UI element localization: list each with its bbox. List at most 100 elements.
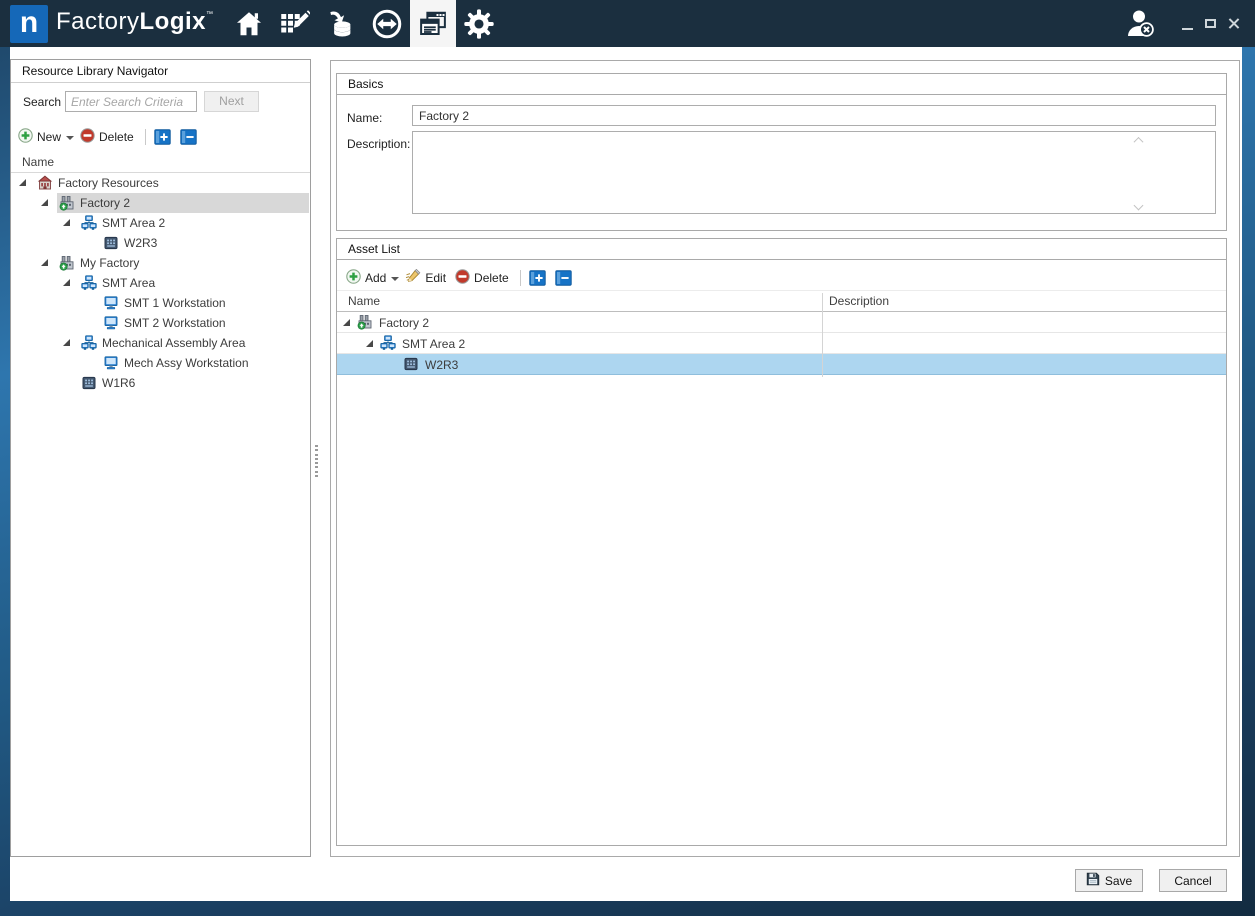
user-logout-icon[interactable] bbox=[1124, 8, 1158, 40]
next-button[interactable]: Next bbox=[204, 91, 259, 112]
navigator-title: Resource Library Navigator bbox=[11, 60, 310, 83]
asset-row[interactable]: W2R3 bbox=[337, 354, 1226, 375]
add-button[interactable]: Add bbox=[346, 269, 405, 287]
name-label: Name: bbox=[347, 111, 382, 125]
collapse-all-button[interactable] bbox=[555, 270, 572, 286]
topbar-icon-tiles bbox=[226, 0, 502, 47]
tree-item[interactable]: SMT Area bbox=[11, 273, 310, 293]
tree-item-label: W1R6 bbox=[102, 376, 135, 390]
tree-item-label: My Factory bbox=[80, 256, 139, 270]
new-button[interactable]: New bbox=[18, 128, 80, 146]
add-circle-icon bbox=[346, 269, 361, 287]
tree-item[interactable]: W2R3 bbox=[11, 233, 310, 253]
navigator-toolbar: New Delete bbox=[11, 125, 310, 149]
navigator-tree: Factory Resources Factory 2 SMT Area 2 W2R3… bbox=[11, 173, 310, 393]
description-field[interactable] bbox=[412, 131, 1216, 214]
asset-rows: Factory 2 SMT Area 2 W2R3 bbox=[337, 312, 1226, 375]
area-icon bbox=[380, 335, 396, 351]
chevron-down-icon bbox=[391, 277, 399, 281]
asset-row[interactable]: SMT Area 2 bbox=[337, 333, 1226, 354]
expander-icon[interactable] bbox=[343, 319, 350, 326]
add-circle-icon bbox=[18, 128, 33, 146]
toolbar-separator bbox=[520, 270, 521, 286]
collapse-all-button[interactable] bbox=[180, 129, 197, 145]
basics-group: Basics Name: Description: bbox=[336, 73, 1227, 231]
factory-icon bbox=[357, 314, 373, 330]
content-area: Resource Library Navigator Search Next N… bbox=[10, 47, 1242, 901]
expander-icon[interactable] bbox=[41, 199, 48, 206]
expander-icon[interactable] bbox=[63, 339, 70, 346]
detail-panel: Basics Name: Description: Asset List Add bbox=[330, 60, 1240, 857]
tree-item[interactable]: W1R6 bbox=[11, 373, 310, 393]
tree-item-label: SMT Area 2 bbox=[102, 216, 165, 230]
remove-circle-icon bbox=[80, 128, 95, 146]
trademark: ™ bbox=[206, 11, 214, 18]
area-icon bbox=[81, 275, 97, 291]
pencil-icon bbox=[405, 269, 421, 287]
app-logo: n bbox=[10, 5, 48, 43]
expander-icon[interactable] bbox=[63, 279, 70, 286]
expander-icon[interactable] bbox=[41, 259, 48, 266]
tree-item[interactable]: Factory 2 bbox=[11, 193, 310, 213]
brand-bold: Logix bbox=[140, 8, 207, 35]
tree-item[interactable]: Factory Resources bbox=[11, 173, 310, 193]
tree-item-label: Mechanical Assembly Area bbox=[102, 336, 245, 350]
nav-resources-icon[interactable] bbox=[410, 0, 456, 47]
tree-item-label: Factory 2 bbox=[80, 196, 130, 210]
brand-light: Factory bbox=[56, 8, 140, 35]
tree-item[interactable]: SMT 2 Workstation bbox=[11, 313, 310, 333]
column-divider bbox=[822, 293, 823, 377]
tree-item[interactable]: SMT 1 Workstation bbox=[11, 293, 310, 313]
search-label: Search bbox=[23, 95, 61, 109]
tree-item[interactable]: My Factory bbox=[11, 253, 310, 273]
tree-item-label: SMT 2 Workstation bbox=[124, 316, 226, 330]
maximize-button[interactable] bbox=[1198, 0, 1222, 47]
asset-row-name: W2R3 bbox=[425, 358, 458, 372]
tree-item-label: Factory Resources bbox=[58, 176, 159, 190]
asset-list-group: Asset List Add Edit Delete bbox=[336, 238, 1227, 846]
workstation-icon bbox=[103, 295, 119, 311]
description-label: Description: bbox=[347, 137, 410, 151]
nav-materials-icon[interactable] bbox=[318, 0, 364, 47]
minimize-button[interactable] bbox=[1175, 0, 1199, 47]
asset-list-title: Asset List bbox=[337, 239, 1226, 260]
app-title: FactoryLogix™ bbox=[56, 8, 214, 36]
delete-button[interactable]: Delete bbox=[80, 128, 137, 146]
asset-row-name: Factory 2 bbox=[379, 316, 429, 330]
title-bar: n FactoryLogix™ bbox=[0, 0, 1255, 47]
close-button[interactable] bbox=[1222, 0, 1246, 47]
search-input[interactable] bbox=[65, 91, 197, 112]
nav-design-icon[interactable] bbox=[272, 0, 318, 47]
asset-row-name: SMT Area 2 bbox=[402, 337, 465, 351]
edit-button[interactable]: Edit bbox=[405, 269, 449, 287]
asset-row[interactable]: Factory 2 bbox=[337, 312, 1226, 333]
tree-item[interactable]: Mechanical Assembly Area bbox=[11, 333, 310, 353]
name-field[interactable] bbox=[412, 105, 1216, 126]
expander-icon[interactable] bbox=[63, 219, 70, 226]
building-icon bbox=[37, 175, 53, 191]
panel-splitter[interactable] bbox=[315, 445, 319, 477]
factory-icon bbox=[59, 195, 75, 211]
workstation-icon bbox=[103, 315, 119, 331]
expand-all-button[interactable] bbox=[154, 129, 171, 145]
machine-icon bbox=[81, 375, 97, 391]
expander-icon[interactable] bbox=[366, 340, 373, 347]
app-window: n FactoryLogix™ Resource Library Navigat… bbox=[0, 0, 1255, 916]
delete-button[interactable]: Delete bbox=[455, 269, 512, 287]
area-icon bbox=[81, 215, 97, 231]
expand-all-button[interactable] bbox=[529, 270, 546, 286]
nav-sync-icon[interactable] bbox=[364, 0, 410, 47]
expander-icon[interactable] bbox=[19, 179, 26, 186]
nav-settings-icon[interactable] bbox=[456, 0, 502, 47]
machine-icon bbox=[103, 235, 119, 251]
toolbar-separator bbox=[145, 129, 146, 145]
save-disk-icon bbox=[1086, 872, 1100, 889]
nav-home-icon[interactable] bbox=[226, 0, 272, 47]
tree-item[interactable]: SMT Area 2 bbox=[11, 213, 310, 233]
save-button[interactable]: Save bbox=[1075, 869, 1143, 892]
cancel-button[interactable]: Cancel bbox=[1159, 869, 1227, 892]
column-description: Description bbox=[829, 294, 889, 308]
tree-item[interactable]: Mech Assy Workstation bbox=[11, 353, 310, 373]
tree-column-header: Name bbox=[11, 152, 310, 173]
area-icon bbox=[81, 335, 97, 351]
